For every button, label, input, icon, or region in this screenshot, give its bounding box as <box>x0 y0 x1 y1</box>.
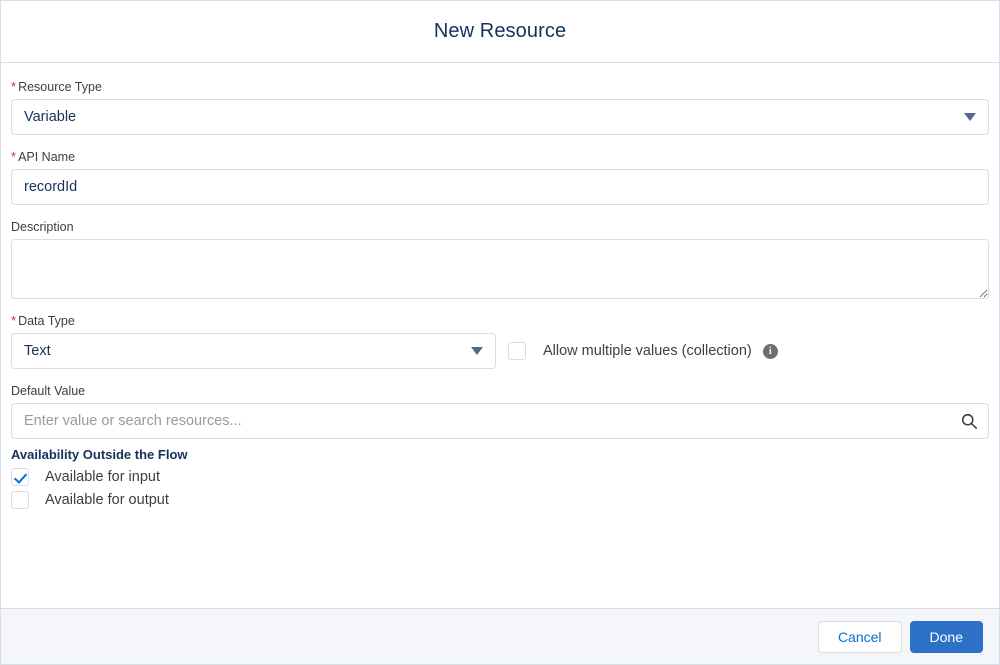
available-for-output-label: Available for output <box>45 492 169 508</box>
resource-type-label: * Resource Type <box>11 79 989 95</box>
required-asterisk: * <box>11 149 17 164</box>
default-value-label: Default Value <box>11 384 86 398</box>
modal-body: *Resource Type Variable *API Name Descri… <box>1 63 999 608</box>
availability-option-output: Available for output <box>11 491 989 509</box>
required-asterisk: * <box>11 79 17 94</box>
field-api-name: * API Name <box>11 149 989 205</box>
modal-footer: Cancel Done <box>1 608 999 664</box>
api-name-label: * API Name <box>11 149 989 165</box>
availability-title: Availability Outside the Flow <box>11 447 188 462</box>
available-for-input-checkbox[interactable] <box>11 468 29 486</box>
resource-type-select[interactable]: Variable <box>11 99 989 135</box>
new-resource-modal: New Resource * Resource Type Variable * AP… <box>0 0 1000 665</box>
page-title: New Resource <box>433 20 567 42</box>
default-value-input[interactable] <box>11 403 989 439</box>
default-value-control <box>11 403 989 439</box>
api-name-label-text: API Name <box>18 150 76 164</box>
field-description: Description <box>11 219 989 299</box>
done-button[interactable]: Done <box>909 620 983 653</box>
resource-type-label-text: Resource Type <box>18 80 102 94</box>
data-type-label-text: Data Type <box>18 314 75 328</box>
availability-option-input: Available for input <box>11 468 989 486</box>
required-asterisk: * <box>11 313 17 328</box>
description-textarea[interactable] <box>11 239 989 299</box>
availability-section: Availability Outside the Flow Available … <box>11 447 989 509</box>
allow-multiple-values-label: Allow multiple values (collection) <box>543 343 752 359</box>
allow-multiple-values-checkbox[interactable] <box>508 342 526 360</box>
data-type-label: * Data Type <box>11 313 989 329</box>
data-type-row: Text Allow multiple values (collection) … <box>11 333 989 369</box>
info-icon[interactable]: i <box>762 343 778 359</box>
resource-type-control: Variable <box>11 99 989 135</box>
field-default-value: Default Value <box>11 383 989 439</box>
cancel-button[interactable]: Cancel <box>817 620 902 653</box>
allow-multiple-values-group: Allow multiple values (collection) i <box>508 333 778 369</box>
available-for-input-label: Available for input <box>45 469 161 485</box>
data-type-select[interactable]: Text <box>11 333 496 369</box>
modal-header: New Resource <box>1 1 999 63</box>
api-name-control <box>11 169 989 205</box>
data-type-control: Text <box>11 333 496 369</box>
api-name-input[interactable] <box>11 169 989 205</box>
field-data-type: * Data Type Text Allow multiple values (c… <box>11 313 989 369</box>
available-for-output-checkbox[interactable] <box>11 491 29 509</box>
description-label: Description <box>11 220 74 234</box>
description-control <box>11 239 989 299</box>
field-resource-type: * Resource Type Variable <box>11 79 989 135</box>
